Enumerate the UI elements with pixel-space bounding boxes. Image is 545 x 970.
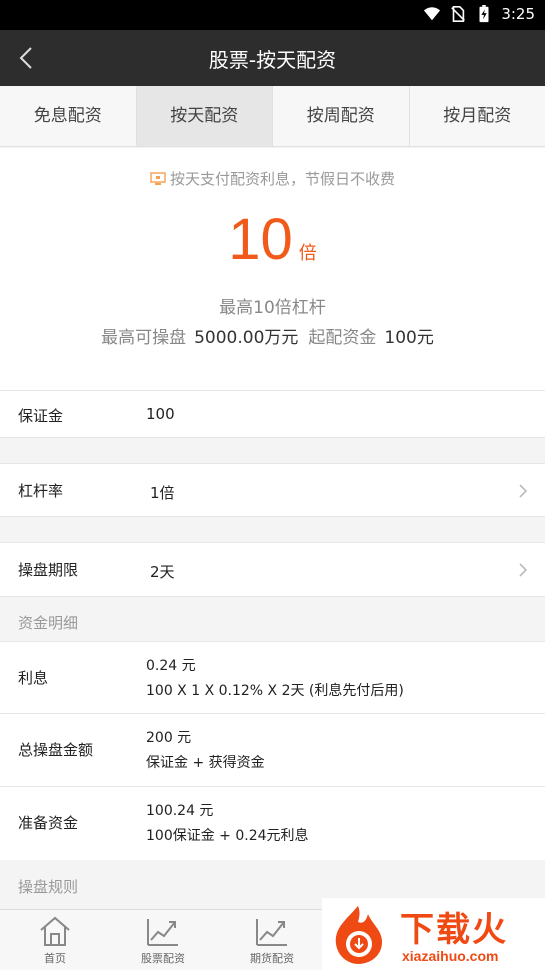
wifi-icon bbox=[424, 7, 441, 21]
tab-weekly[interactable]: 按周配资 bbox=[273, 86, 410, 146]
trade-limits: 最高可操盘 5000.00万元 起配资金 100元 bbox=[0, 323, 545, 348]
interest-amount: 0.24 元 bbox=[146, 658, 196, 674]
status-icons: 3:25 bbox=[423, 5, 535, 23]
total-trade-row: 总操盘金额 200 元 保证金 + 获得资金 bbox=[0, 714, 545, 787]
prepare-fund-formula: 100保证金 + 0.24元利息 bbox=[146, 828, 309, 844]
bottom-nav-stock[interactable]: 股票配资 bbox=[113, 914, 213, 966]
futures-chart-icon bbox=[256, 919, 287, 946]
multiplier: 10 倍 bbox=[0, 206, 545, 273]
total-trade-formula: 保证金 + 获得资金 bbox=[146, 755, 265, 771]
tab-interest-free[interactable]: 免息配资 bbox=[0, 86, 137, 146]
prepare-fund-amount: 100.24 元 bbox=[146, 803, 214, 819]
tab-bar: 免息配资 按天配资 按周配资 按月配资 bbox=[0, 86, 545, 147]
battery-charging-icon bbox=[479, 5, 489, 23]
leverage-value: 1倍 bbox=[150, 484, 175, 502]
interest-label: 利息 bbox=[18, 669, 49, 687]
deposit-row[interactable]: 保证金 100 bbox=[0, 390, 545, 438]
interest-row: 利息 0.24 元 100 X 1 X 0.12% X 2天 (利息先付后用) bbox=[0, 641, 545, 714]
max-leverage: 最高10倍杠杆 bbox=[219, 298, 326, 318]
fund-detail-title: 资金明细 bbox=[18, 614, 79, 632]
interest-formula: 100 X 1 X 0.12% X 2天 (利息先付后用) bbox=[146, 683, 404, 699]
watermark-text: 下载火 bbox=[400, 910, 508, 950]
bottom-nav-futures[interactable]: 期货配资 bbox=[222, 914, 322, 966]
tab-daily[interactable]: 按天配资 bbox=[136, 86, 273, 146]
page-title: 股票-按天配资 bbox=[208, 48, 337, 72]
bottom-nav-home-label: 首页 bbox=[44, 952, 66, 965]
tab-monthly[interactable]: 按月配资 bbox=[410, 86, 545, 146]
max-trade-value: 5000.00万元 bbox=[194, 328, 299, 348]
leverage-row[interactable]: 杠杆率 1倍 bbox=[0, 463, 545, 517]
period-label: 操盘期限 bbox=[18, 561, 79, 579]
nav-bar: 股票-按天配资 bbox=[0, 30, 545, 86]
no-sim-icon bbox=[451, 5, 466, 23]
chevron-right-icon bbox=[519, 563, 528, 577]
bottom-nav-home[interactable]: 首页 bbox=[5, 914, 105, 966]
watermark-url: xiazaihuo.com bbox=[402, 948, 499, 964]
period-value: 2天 bbox=[150, 563, 175, 581]
deposit-input[interactable]: 100 bbox=[146, 405, 175, 423]
multiplier-number: 10 bbox=[228, 207, 293, 272]
tip-text: 按天支付配资利息，节假日不收费 bbox=[169, 170, 395, 188]
total-trade-amount: 200 元 bbox=[146, 730, 192, 746]
leverage-label: 杠杆率 bbox=[18, 482, 64, 500]
tip-line: 按天支付配资利息，节假日不收费 bbox=[0, 168, 545, 189]
bottom-nav-stock-label: 股票配资 bbox=[141, 952, 185, 965]
prepare-fund-row: 准备资金 100.24 元 100保证金 + 0.24元利息 bbox=[0, 787, 545, 860]
status-bar: 3:25 bbox=[0, 0, 545, 30]
rules-title: 操盘规则 bbox=[18, 878, 79, 896]
prepare-fund-label: 准备资金 bbox=[18, 814, 79, 832]
status-time: 3:25 bbox=[501, 5, 535, 23]
leverage-summary: 按天支付配资利息，节假日不收费 10 倍 最高10倍杠杆 最高可操盘 5000.00… bbox=[0, 148, 545, 390]
stock-chart-icon bbox=[147, 919, 178, 946]
multiplier-unit: 倍 bbox=[298, 243, 317, 264]
bottom-nav-futures-label: 期货配资 bbox=[250, 952, 294, 965]
home-icon bbox=[40, 916, 70, 946]
min-fund-label: 起配资金 bbox=[308, 328, 377, 348]
watermark: 下载火 xiazaihuo.com bbox=[322, 898, 545, 970]
max-trade-label: 最高可操盘 bbox=[101, 328, 187, 348]
total-trade-label: 总操盘金额 bbox=[18, 741, 94, 759]
min-fund-value: 100元 bbox=[384, 328, 434, 348]
flame-logo-icon bbox=[335, 906, 382, 964]
chevron-right-icon bbox=[519, 484, 528, 498]
monitor-icon bbox=[150, 172, 166, 185]
period-row[interactable]: 操盘期限 2天 bbox=[0, 542, 545, 597]
deposit-label: 保证金 bbox=[18, 407, 64, 425]
